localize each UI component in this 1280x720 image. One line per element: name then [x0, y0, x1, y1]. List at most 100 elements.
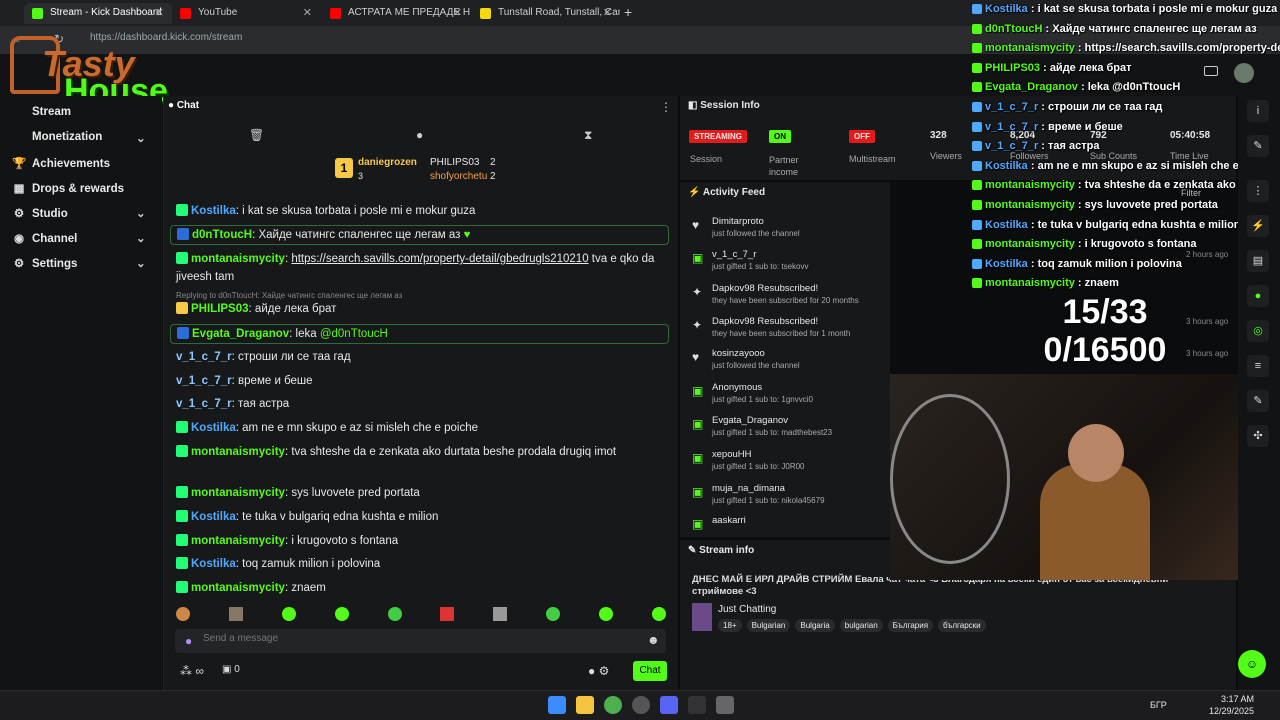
activity-item: v_1_c_7_r just gifted 1 sub to: tsekovv 2 … — [712, 249, 1229, 271]
avatar[interactable] — [1234, 63, 1254, 83]
more-icon[interactable]: ⋮ — [660, 100, 672, 114]
sidebar-item-channel[interactable]: ◉ Channel ⌄ — [12, 231, 162, 245]
badge-icon — [972, 23, 982, 34]
top-gifter-name[interactable]: daniegrozen — [358, 157, 417, 168]
webcam-overlay — [890, 374, 1258, 580]
emoji-icon[interactable]: ☻ — [647, 633, 660, 647]
tag[interactable]: български — [938, 619, 986, 632]
close-icon[interactable]: ✕ — [603, 6, 612, 19]
page-icon[interactable]: ▤ — [1247, 250, 1269, 272]
kick-icon — [32, 8, 43, 19]
youtube-icon — [330, 8, 341, 19]
streaming-badge: STREAMING — [689, 130, 747, 143]
tag[interactable]: bulgarian — [839, 619, 883, 632]
emote-icon[interactable] — [228, 607, 243, 621]
badge-icon — [176, 581, 188, 593]
more-icon[interactable]: ⋮ — [1247, 180, 1269, 202]
terminal-icon[interactable] — [688, 696, 706, 714]
category-name[interactable]: Just Chatting — [718, 604, 776, 615]
chat-icon[interactable]: ● — [416, 128, 423, 142]
overlay-chat-message: v_1_c_7_r : време и беше — [972, 121, 1123, 133]
chat-bubble-icon: ● — [168, 100, 177, 111]
tab-youtube[interactable]: YouTube ✕ — [172, 3, 320, 24]
sidebar-item-achievements[interactable]: 🏆 Achievements — [12, 156, 110, 170]
tag[interactable]: Bulgaria — [795, 619, 835, 632]
emote-icon[interactable] — [651, 607, 666, 621]
emote-icon[interactable] — [176, 607, 190, 621]
activity-icon: ▣ — [692, 517, 704, 531]
close-icon[interactable]: ✕ — [303, 6, 312, 19]
category-thumbnail — [692, 603, 712, 631]
emote-icon[interactable] — [334, 607, 349, 621]
sidebar-item-monetization[interactable]: Monetization ⌄ — [12, 131, 162, 145]
overlay-chat-message: montanaismycity : znaem — [972, 277, 1119, 289]
tag[interactable]: 18+ — [718, 619, 742, 632]
sidebar-item-drops[interactable]: ▦ Drops & rewards — [12, 181, 124, 195]
tab-savills[interactable]: Tunstall Road, Tunstall, Camfor✕ — [472, 3, 620, 24]
list-icon[interactable]: ≡ — [1247, 355, 1269, 377]
sidebar-item-stream[interactable]: Stream — [12, 106, 71, 118]
close-icon[interactable]: ✕ — [453, 6, 462, 19]
overlay-chat-message: Kostilka : am ne e mn skupo e az si misl… — [972, 160, 1277, 172]
send-chat-button[interactable]: Chat — [633, 661, 667, 681]
chrome-icon[interactable] — [604, 696, 622, 714]
sidebar-item-studio[interactable]: ⚙ Studio ⌄ — [12, 206, 162, 220]
emote-icon[interactable] — [599, 607, 613, 621]
obs-icon[interactable] — [632, 696, 650, 714]
support-button[interactable]: ☺ — [1238, 650, 1266, 678]
discord-icon[interactable] — [660, 696, 678, 714]
emote-icon[interactable] — [387, 607, 402, 621]
message-field[interactable] — [203, 633, 623, 644]
bolt-icon[interactable]: ⚡ — [1247, 215, 1269, 237]
infinity-icon[interactable]: ⁂ ∞ — [180, 664, 204, 678]
info-icon[interactable]: i — [1247, 100, 1269, 122]
badge-icon — [972, 4, 982, 14]
broadcast-icon[interactable]: ◎ — [1247, 320, 1269, 342]
new-tab-button[interactable]: + — [624, 4, 632, 20]
sidebar-item-settings[interactable]: ⚙ Settings ⌄ — [12, 256, 162, 270]
screen-icon[interactable] — [1204, 66, 1218, 76]
chat-link[interactable]: https://search.savills.com/property-deta… — [291, 253, 588, 265]
emote-icon[interactable] — [493, 607, 508, 621]
chat-panel — [163, 96, 678, 690]
top-gifter-name[interactable]: shofyorchetu — [430, 171, 487, 182]
emote-icon[interactable] — [440, 607, 455, 621]
tag[interactable]: България — [887, 619, 934, 632]
badge-icon — [176, 557, 188, 569]
folder-icon[interactable] — [576, 696, 594, 714]
tag[interactable]: Bulgarian — [746, 619, 791, 632]
emote-bar — [176, 607, 666, 625]
trash-icon[interactable]: 🗑 — [249, 128, 264, 142]
edit-icon[interactable]: ✎ — [1247, 135, 1269, 157]
top-gifter-count: 2 — [490, 157, 496, 168]
badge-icon — [972, 258, 982, 269]
chat-title: ● Chat — [168, 100, 200, 111]
message-input[interactable]: ● ☻ — [175, 629, 666, 653]
activity-item: aaskarri — [712, 515, 746, 526]
tab-video[interactable]: АСТРАТА МЕ ПРЕДАДЕ НА ПЪ✕ — [322, 3, 470, 24]
savills-icon — [480, 8, 491, 19]
puzzle-icon[interactable]: ✣ — [1247, 425, 1269, 447]
overlay-chat-message: v_1_c_7_r : строши ли се таа гад — [972, 101, 1162, 113]
tool-icon[interactable]: ✎ — [1247, 390, 1269, 412]
emote-icon[interactable] — [546, 607, 561, 621]
badge-icon — [177, 228, 189, 240]
overlay-chat-message: v_1_c_7_r : тая астра — [972, 140, 1099, 152]
top-gifter-name[interactable]: PHILIPS03 — [430, 157, 479, 168]
language-indicator[interactable]: БГР — [1150, 700, 1167, 710]
hourglass-icon[interactable]: ⧗ — [584, 128, 592, 143]
mic-icon[interactable]: ● — [185, 634, 192, 648]
chat-message: Kostilka: te tuka v bulgariq edna kushta… — [176, 508, 666, 526]
clock-time: 3:17 AM — [1220, 694, 1254, 704]
settings-icon[interactable] — [716, 696, 734, 714]
chat-icon[interactable]: ● — [1247, 285, 1269, 307]
trophy-icon: 🏆 — [12, 158, 27, 170]
emote-icon[interactable] — [281, 607, 296, 621]
bolt-icon: ⚡ — [688, 187, 703, 198]
chat-message: PHILIPS03: айде лека брат — [176, 300, 666, 318]
start-icon[interactable] — [548, 696, 566, 714]
close-icon[interactable]: ✕ — [155, 6, 164, 19]
chat-settings-icon[interactable]: ● ⚙ — [588, 664, 609, 678]
tasty-house-logo: Tasty House — [6, 20, 176, 108]
chat-message-highlighted: Evgata_Draganov: leka @d0nTtoucH — [170, 324, 669, 344]
